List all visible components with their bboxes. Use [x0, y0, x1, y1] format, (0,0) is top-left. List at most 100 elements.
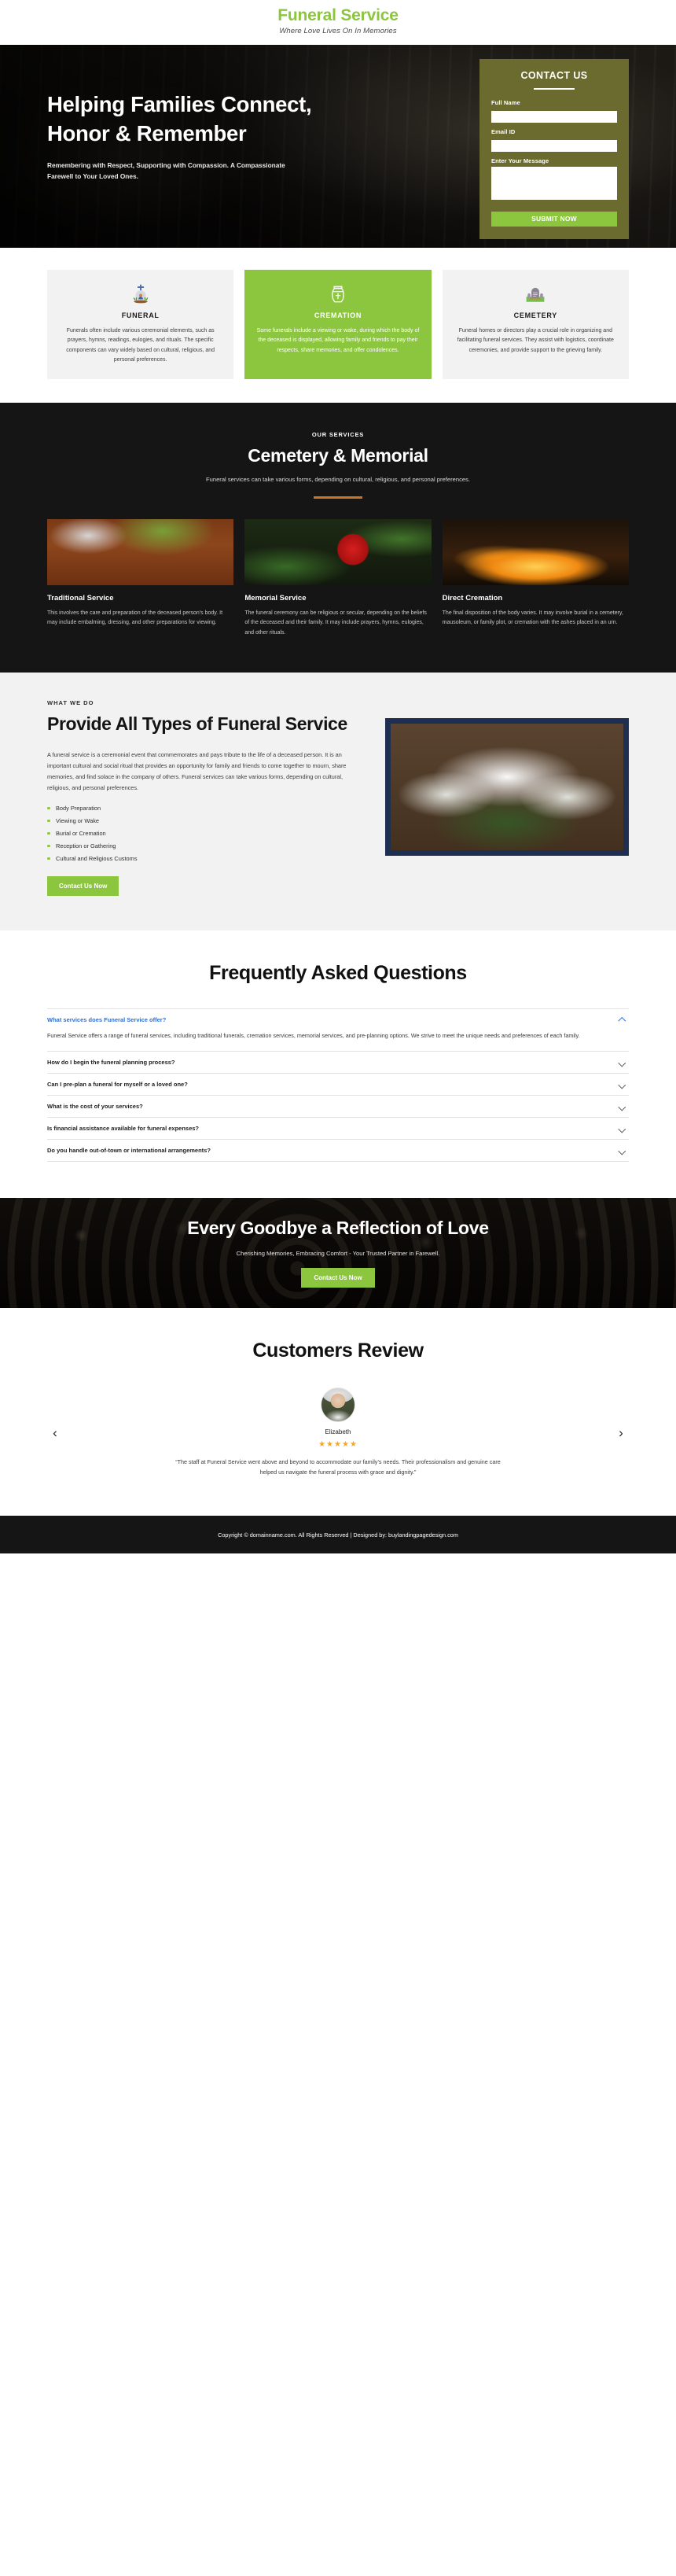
list-item: Reception or Gathering: [47, 842, 362, 849]
service-title: Traditional Service: [47, 593, 114, 603]
list-item: Burial or Cremation: [47, 830, 362, 837]
feature-title: CEMETERY: [513, 311, 557, 320]
chevron-right-icon[interactable]: ›: [613, 1424, 629, 1440]
list-item: Viewing or Wake: [47, 817, 362, 824]
faq-list: What services does Funeral Service offer…: [47, 1008, 629, 1162]
faq-item[interactable]: Do you handle out-of-town or internation…: [47, 1138, 629, 1162]
site-footer: Copyright © domainname.com. All Rights R…: [0, 1516, 676, 1554]
copyright-text: Copyright © domainname.com. All Rights R…: [218, 1531, 458, 1539]
feature-card-funeral: FUNERAL Funerals often include various c…: [47, 270, 234, 380]
services-subtitle: Funeral services can take various forms,…: [206, 476, 470, 484]
faq-question-row[interactable]: Is financial assistance available for fu…: [47, 1118, 629, 1139]
faq-question: What services does Funeral Service offer…: [47, 1015, 167, 1023]
faq-section: Frequently Asked Questions What services…: [0, 930, 676, 1198]
full-name-input[interactable]: [491, 111, 617, 123]
white-lily-bouquet-photo: [385, 718, 629, 857]
chevron-down-icon[interactable]: [619, 1081, 626, 1088]
grave-icon: [58, 282, 222, 306]
email-input[interactable]: [491, 140, 617, 153]
chevron-left-icon[interactable]: ‹: [47, 1424, 63, 1440]
hero-subtitle: Remembering with Respect, Supporting wit…: [47, 160, 285, 181]
faq-question: Do you handle out-of-town or internation…: [47, 1146, 211, 1154]
service-card-direct-cremation: Direct Cremation The final disposition o…: [442, 518, 629, 639]
faq-question-row[interactable]: Can I pre-plan a funeral for myself or a…: [47, 1074, 629, 1095]
list-item: Body Preparation: [47, 805, 362, 812]
service-card-traditional: Traditional Service This involves the ca…: [47, 518, 234, 639]
chevron-up-icon[interactable]: [619, 1016, 626, 1023]
feature-text: Funerals often include various ceremonia…: [66, 328, 215, 363]
service-text: The funeral ceremony can be religious or…: [244, 610, 427, 636]
service-text: The final disposition of the body varies…: [442, 610, 623, 626]
features-section: FUNERAL Funerals often include various c…: [0, 248, 676, 404]
avatar: [321, 1387, 355, 1422]
full-name-label: Full Name: [491, 99, 520, 107]
what-we-do-body: A funeral service is a ceremonial event …: [47, 750, 347, 792]
landing-page: Funeral Service Where Love Lives On In M…: [0, 0, 676, 1554]
chevron-down-icon[interactable]: [619, 1125, 626, 1132]
contact-form-card: CONTACT US Full Name Email ID Enter Your…: [479, 59, 629, 239]
faq-answer: Funeral Service offers a range of funera…: [47, 1031, 580, 1039]
feature-card-cremation: CREMATION Some funerals include a viewin…: [244, 270, 432, 380]
service-card-memorial: Memorial Service The funeral ceremony ca…: [244, 518, 432, 639]
hero-title: Helping Families Connect, Honor & Rememb…: [47, 92, 312, 146]
feature-text: Some funerals include a viewing or wake,…: [256, 328, 420, 353]
feature-title: FUNERAL: [121, 311, 160, 320]
email-label: Email ID: [491, 128, 516, 136]
faq-question: Can I pre-plan a funeral for myself or a…: [47, 1080, 188, 1088]
logo-title: Funeral Service: [277, 6, 399, 24]
message-label: Enter Your Message: [491, 157, 549, 165]
cta-subtitle: Cherishing Memories, Embracing Comfort -…: [236, 1250, 440, 1258]
logo-tagline: Where Love Lives On In Memories: [279, 27, 397, 36]
cta-banner-section: Every Goodbye a Reflection of Love Cheri…: [0, 1197, 676, 1308]
faq-question-row[interactable]: Do you handle out-of-town or internation…: [47, 1140, 629, 1161]
urn-icon: [255, 282, 420, 306]
faq-question: Is financial assistance available for fu…: [47, 1124, 200, 1132]
faq-title: Frequently Asked Questions: [209, 961, 467, 984]
faq-question: How do I begin the funeral planning proc…: [47, 1058, 175, 1066]
reviewer-name: Elizabeth: [325, 1428, 351, 1435]
faq-question: What is the cost of your services?: [47, 1102, 143, 1110]
chevron-down-icon[interactable]: [619, 1147, 626, 1154]
services-title: Cemetery & Memorial: [248, 445, 428, 466]
list-item: Cultural and Religious Customs: [47, 855, 362, 862]
site-header: Funeral Service Where Love Lives On In M…: [0, 0, 676, 46]
title-divider: [534, 88, 575, 90]
contact-form-title: CONTACT US: [520, 70, 588, 82]
what-we-do-title: Provide All Types of Funeral Service: [47, 713, 347, 735]
message-textarea[interactable]: [491, 167, 617, 201]
services-section: OUR SERVICES Cemetery & Memorial Funeral…: [0, 403, 676, 673]
cta-title: Every Goodbye a Reflection of Love: [187, 1218, 489, 1239]
faq-item[interactable]: How do I begin the funeral planning proc…: [47, 1050, 629, 1073]
reviews-title: Customers Review: [252, 1339, 424, 1362]
feature-card-cemetery: CEMETERY Funeral homes or directors play…: [442, 270, 629, 380]
service-text: This involves the care and preparation o…: [47, 610, 223, 626]
chevron-down-icon[interactable]: [619, 1103, 626, 1110]
red-rose-photo: [244, 518, 432, 585]
contact-us-now-button[interactable]: Contact Us Now: [47, 875, 119, 896]
faq-question-row[interactable]: How do I begin the funeral planning proc…: [47, 1052, 629, 1073]
cremation-fire-photo: [442, 518, 629, 585]
what-we-do-list: Body Preparation Viewing or Wake Burial …: [47, 805, 362, 862]
what-we-do-eyebrow: WHAT WE DO: [47, 699, 94, 707]
chevron-down-icon[interactable]: [619, 1059, 626, 1066]
review-text: “The staff at Funeral Service went above…: [175, 1458, 501, 1476]
feature-title: CREMATION: [314, 311, 362, 320]
review-card: Elizabeth ★★★★★ “The staff at Funeral Se…: [74, 1387, 602, 1478]
faq-item[interactable]: Is financial assistance available for fu…: [47, 1116, 629, 1139]
faq-question-row[interactable]: What is the cost of your services?: [47, 1096, 629, 1117]
feature-text: Funeral homes or directors play a crucia…: [457, 328, 614, 353]
star-rating: ★★★★★: [318, 1439, 358, 1449]
service-title: Direct Cremation: [442, 593, 503, 603]
faq-item[interactable]: Can I pre-plan a funeral for myself or a…: [47, 1072, 629, 1095]
tombstone-icon: [454, 282, 618, 306]
submit-now-button[interactable]: SUBMIT NOW: [491, 211, 617, 227]
faq-item[interactable]: What is the cost of your services?: [47, 1094, 629, 1117]
faq-item[interactable]: What services does Funeral Service offer…: [47, 1008, 629, 1051]
service-title: Memorial Service: [244, 593, 307, 603]
section-divider: [314, 496, 362, 499]
what-we-do-section: WHAT WE DO Provide All Types of Funeral …: [0, 673, 676, 931]
hero-section: Helping Families Connect, Honor & Rememb…: [0, 45, 676, 249]
cta-contact-us-now-button[interactable]: Contact Us Now: [301, 1268, 375, 1288]
reviews-section: Customers Review ‹ Elizabeth ★★★★★ “The …: [0, 1307, 676, 1516]
faq-question-row[interactable]: What services does Funeral Service offer…: [47, 1009, 629, 1030]
